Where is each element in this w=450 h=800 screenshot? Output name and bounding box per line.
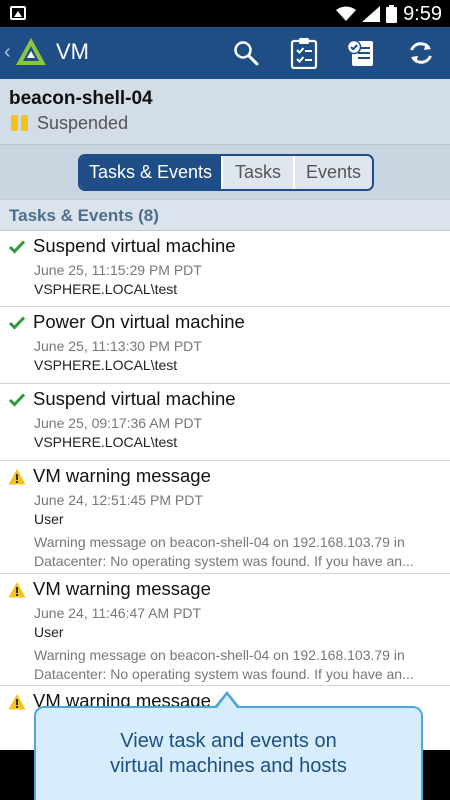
- item-user: VSPHERE.LOCAL\test: [34, 434, 178, 450]
- checklist-badge-icon: [346, 39, 373, 66]
- battery-icon: [386, 5, 398, 23]
- back-chevron-icon[interactable]: ‹: [4, 41, 11, 64]
- list-item[interactable]: Suspend virtual machine June 25, 09:17:3…: [0, 384, 450, 461]
- item-message: Datacenter: No operating system was foun…: [34, 666, 414, 682]
- search-icon: [234, 41, 259, 66]
- image-notification-icon: [10, 6, 26, 20]
- item-title: Power On virtual machine: [33, 311, 245, 332]
- item-user: VSPHERE.LOCAL\test: [34, 281, 178, 297]
- item-date: June 24, 11:46:47 AM PDT: [34, 605, 202, 621]
- status-bar: 9:59: [0, 0, 450, 27]
- page-title: VM: [56, 39, 89, 64]
- check-icon: [8, 316, 26, 330]
- item-user: User: [34, 624, 64, 640]
- tasks-button[interactable]: [286, 35, 322, 71]
- clipboard-check-icon: [290, 38, 318, 69]
- feature-callout: View task and events on virtual machines…: [34, 706, 423, 800]
- refresh-button[interactable]: [403, 35, 439, 71]
- tab-events[interactable]: Events: [293, 156, 372, 189]
- callout-line-2: virtual machines and hosts: [110, 755, 347, 777]
- section-title: Tasks & Events (8): [9, 206, 159, 225]
- warning-icon: [8, 694, 26, 710]
- item-title: Suspend virtual machine: [33, 235, 236, 256]
- item-date: June 25, 11:15:29 PM PDT: [34, 262, 202, 278]
- app-logo-icon[interactable]: [15, 36, 47, 68]
- signal-icon: [362, 6, 381, 22]
- check-icon: [8, 240, 26, 254]
- tab-tasks[interactable]: Tasks: [221, 156, 293, 189]
- segmented-control: Tasks & Events Tasks Events: [78, 154, 374, 191]
- check-icon: [8, 393, 26, 407]
- pause-icon: [11, 115, 29, 131]
- search-button[interactable]: [228, 35, 264, 71]
- wifi-icon: [336, 6, 357, 21]
- clock: 9:59: [403, 2, 442, 25]
- item-user: User: [34, 511, 64, 527]
- item-message: Warning message on beacon-shell-04 on 19…: [34, 647, 405, 663]
- alarms-button[interactable]: [343, 35, 379, 71]
- item-message: Datacenter: No operating system was foun…: [34, 553, 414, 569]
- tab-bar: Tasks & Events Tasks Events: [0, 145, 450, 199]
- callout-pointer-fill: [217, 695, 237, 708]
- tab-tasks-events[interactable]: Tasks & Events: [80, 156, 221, 189]
- list-item[interactable]: Power On virtual machine June 25, 11:13:…: [0, 307, 450, 384]
- item-message: Warning message on beacon-shell-04 on 19…: [34, 534, 405, 550]
- item-title: VM warning message: [33, 578, 211, 599]
- warning-icon: [8, 469, 26, 485]
- vm-name: beacon-shell-04: [9, 88, 153, 109]
- item-date: June 25, 11:13:30 PM PDT: [34, 338, 202, 354]
- item-date: June 24, 12:51:45 PM PDT: [34, 492, 203, 508]
- item-date: June 25, 09:17:36 AM PDT: [34, 415, 203, 431]
- callout-line-1: View task and events on: [120, 730, 337, 752]
- section-header: Tasks & Events (8): [0, 199, 450, 231]
- item-title: Suspend virtual machine: [33, 388, 236, 409]
- item-title: VM warning message: [33, 465, 211, 486]
- list-item[interactable]: VM warning message June 24, 11:46:47 AM …: [0, 574, 450, 686]
- vm-state: Suspended: [37, 113, 129, 133]
- warning-icon: [8, 582, 26, 598]
- refresh-icon: [410, 42, 432, 64]
- callout-text: View task and events on virtual machines…: [36, 729, 421, 779]
- app-bar: ‹ VM: [0, 27, 450, 79]
- list-item[interactable]: VM warning message June 24, 12:51:45 PM …: [0, 461, 450, 574]
- list-item[interactable]: Suspend virtual machine June 25, 11:15:2…: [0, 231, 450, 307]
- item-user: VSPHERE.LOCAL\test: [34, 357, 178, 373]
- task-event-list[interactable]: Suspend virtual machine June 25, 11:15:2…: [0, 231, 450, 750]
- vm-header: beacon-shell-04 Suspended: [0, 79, 450, 145]
